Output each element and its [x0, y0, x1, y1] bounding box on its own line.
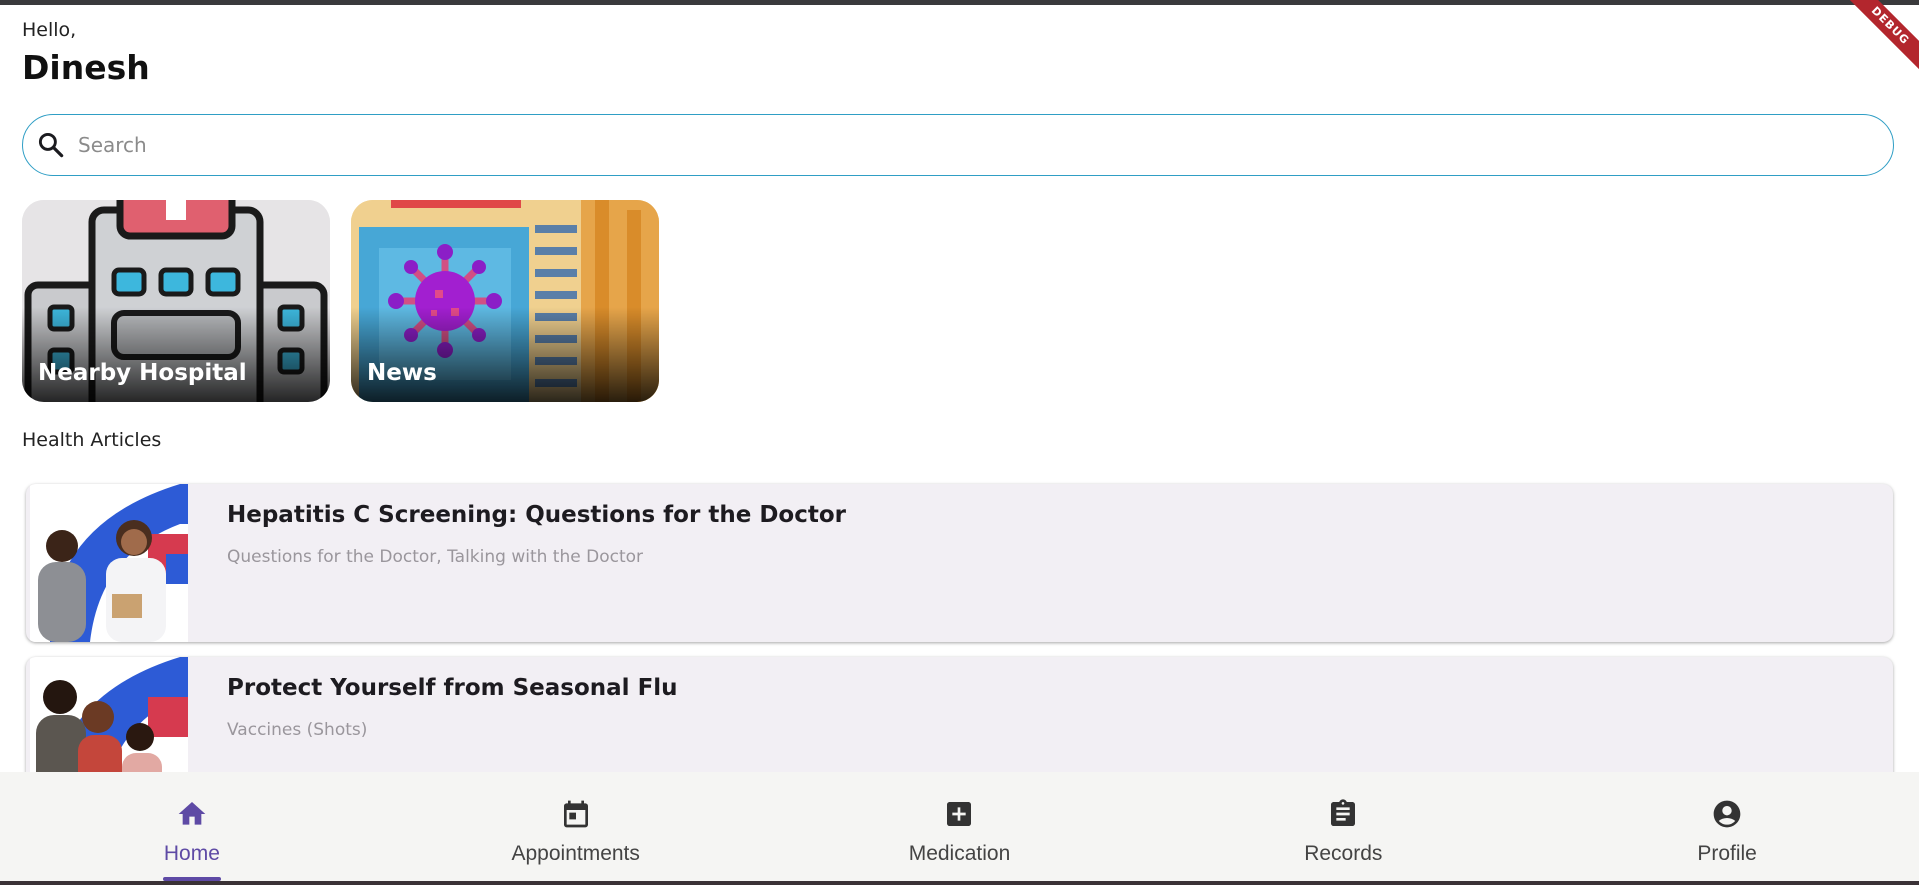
tile-shade [22, 307, 330, 402]
nav-item-appointments[interactable]: Appointments [384, 772, 768, 885]
nav-label-medication: Medication [908, 842, 1011, 865]
debug-banner: DEBUG [1836, 0, 1919, 80]
search-bar[interactable] [22, 114, 1894, 176]
nav-item-records[interactable]: Records [1151, 772, 1535, 885]
calendar-icon [563, 800, 588, 828]
article-thumbnail [30, 484, 188, 642]
clipboard-icon [1331, 799, 1356, 826]
nav-item-profile[interactable]: Profile [1535, 772, 1919, 885]
health-articles-heading: Health Articles [22, 429, 162, 451]
article-title: Hepatitis C Screening: Questions for the… [227, 502, 846, 528]
account-circle-icon [1713, 800, 1741, 828]
search-input[interactable] [76, 132, 1860, 158]
article-subtitle: Questions for the Doctor, Talking with t… [227, 547, 643, 567]
window-top-border [0, 0, 1919, 5]
nav-item-medication[interactable]: Medication [768, 772, 1152, 885]
doctor-patient-image-icon [30, 484, 188, 642]
home-icon [178, 802, 206, 825]
user-name: Dinesh [22, 48, 150, 87]
article-subtitle: Vaccines (Shots) [227, 720, 368, 740]
article-title: Protect Yourself from Seasonal Flu [227, 675, 678, 701]
tile-shade [351, 307, 659, 402]
nav-label-profile: Profile [1697, 842, 1757, 865]
news-label: News [367, 360, 437, 386]
bottom-navigation-bar: Home Appointments Medication Records Pro… [0, 772, 1919, 885]
medical-plus-icon [947, 802, 972, 826]
news-tile[interactable]: News [351, 200, 659, 402]
nearby-hospital-label: Nearby Hospital [38, 360, 247, 386]
nav-label-home: Home [163, 842, 220, 865]
greeting-text: Hello, [22, 19, 77, 41]
search-icon [38, 132, 64, 158]
nav-item-home[interactable]: Home [0, 772, 384, 885]
article-card[interactable]: Hepatitis C Screening: Questions for the… [26, 484, 1893, 642]
nearby-hospital-tile[interactable]: Nearby Hospital [22, 200, 330, 402]
nav-label-appointments: Appointments [511, 842, 640, 865]
window-bottom-border [0, 881, 1919, 885]
nav-label-records: Records [1304, 842, 1383, 865]
